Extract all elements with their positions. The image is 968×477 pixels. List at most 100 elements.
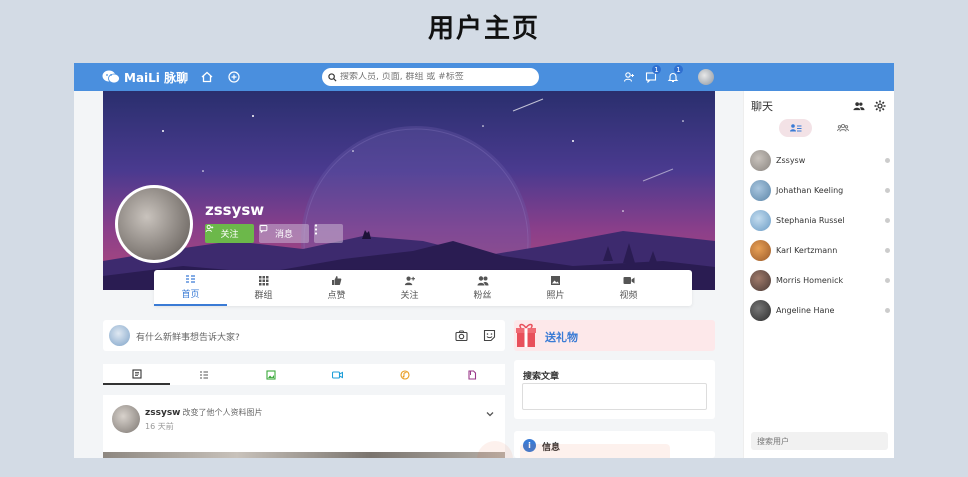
tab-likes[interactable]: 点赞	[300, 270, 373, 306]
image-icon	[265, 369, 276, 380]
bell-icon[interactable]: 1	[665, 65, 683, 85]
add-group-icon[interactable]	[853, 100, 865, 112]
contact-item[interactable]: Morris Homenick	[750, 269, 890, 291]
search-bar[interactable]	[322, 68, 539, 86]
user-avatar[interactable]	[698, 69, 714, 85]
chat-icon[interactable]: 1	[643, 65, 661, 85]
wechat-logo-icon	[102, 70, 120, 84]
tab-groups[interactable]: 群组	[227, 270, 300, 306]
message-label: 消息	[274, 230, 293, 240]
contact-avatar	[750, 239, 771, 261]
search-articles-input[interactable]	[522, 383, 707, 410]
tab-home[interactable]: 首页	[154, 270, 227, 306]
post-type-list[interactable]	[170, 364, 237, 385]
search-icon	[328, 72, 337, 82]
add-user-icon[interactable]	[621, 69, 637, 85]
message-button[interactable]: 消息	[259, 224, 309, 243]
home-feed-icon	[186, 275, 195, 283]
search-articles-card: 搜索文章	[514, 360, 715, 419]
add-user-icon	[404, 276, 415, 286]
tab-groups-chat[interactable]	[826, 119, 859, 137]
video-icon	[332, 370, 343, 379]
chat-badge: 1	[652, 65, 661, 74]
post-author-avatar[interactable]	[112, 405, 140, 433]
follow-label: 关注	[220, 230, 239, 240]
tab-followers[interactable]: 粉丝	[446, 270, 519, 306]
post-action: 改变了他个人资料图片	[182, 408, 263, 417]
home-icon[interactable]	[199, 69, 215, 85]
tab-following[interactable]: 关注	[373, 270, 446, 306]
thumbs-up-icon	[332, 276, 342, 285]
contact-avatar	[750, 149, 771, 171]
post-author[interactable]: zssysw	[145, 408, 181, 418]
contact-avatar	[750, 179, 771, 201]
post-card: zssysw 改变了他个人资料图片 16 天前	[103, 395, 505, 458]
audio-icon	[399, 369, 410, 380]
follow-button[interactable]: 关注	[205, 224, 254, 243]
top-bar: MaiLi 脉聊 1 1	[74, 63, 894, 91]
file-icon	[467, 369, 476, 380]
status-dot	[885, 247, 890, 253]
text-icon	[131, 368, 142, 379]
tab-label: 粉丝	[473, 291, 492, 301]
search-input[interactable]	[340, 72, 530, 82]
send-gift-card[interactable]: 送礼物	[514, 320, 715, 351]
list-icon	[199, 370, 208, 379]
add-circle-icon[interactable]	[226, 69, 242, 85]
sticker-icon[interactable]	[483, 329, 496, 342]
contact-item[interactable]: Zssysw	[750, 149, 890, 171]
post-composer[interactable]: 有什么新鲜事想告诉大家?	[103, 320, 505, 351]
chat-sidebar: 聊天 Zssysw Johathan Keeling Stephania Rus…	[743, 91, 894, 458]
main-content: zssysw 关注 消息 首页 群组 点赞 关注 粉丝 照片 视频 有什么新鲜事…	[103, 91, 715, 458]
post-type-tabs	[103, 364, 505, 385]
tab-label: 关注	[400, 291, 419, 301]
logo[interactable]: MaiLi 脉聊	[102, 69, 188, 85]
contact-name: Morris Homenick	[776, 275, 844, 285]
gift-icon	[516, 323, 536, 347]
send-gift-label: 送礼物	[545, 331, 578, 344]
post-image[interactable]	[103, 452, 505, 458]
contact-item[interactable]: Johathan Keeling	[750, 179, 890, 201]
contact-item[interactable]: Angeline Hane	[750, 299, 890, 321]
contact-name: Angeline Hane	[776, 305, 835, 315]
chat-search-input[interactable]	[751, 432, 888, 450]
contact-avatar	[750, 299, 771, 321]
grid-icon	[259, 276, 269, 286]
profile-avatar[interactable]	[115, 185, 193, 263]
users-icon	[477, 276, 488, 286]
post-type-file[interactable]	[438, 364, 505, 385]
more-button[interactable]	[314, 224, 343, 243]
contact-avatar	[750, 269, 771, 291]
status-dot	[885, 157, 890, 163]
contact-name: Zssysw	[776, 155, 806, 165]
contact-item[interactable]: Karl Kertzmann	[750, 239, 890, 261]
app-window: MaiLi 脉聊 1 1	[74, 63, 894, 458]
composer-avatar	[109, 325, 130, 346]
post-type-audio[interactable]	[371, 364, 438, 385]
night-landscape-illustration	[103, 98, 715, 290]
tab-photos[interactable]: 照片	[519, 270, 592, 306]
contact-name: Stephania Russel	[776, 215, 845, 225]
chevron-down-icon[interactable]	[485, 409, 495, 419]
camera-icon[interactable]	[455, 329, 468, 342]
tab-videos[interactable]: 视频	[592, 270, 665, 306]
gear-icon[interactable]	[874, 100, 886, 112]
tab-label: 照片	[546, 291, 565, 301]
tab-label: 视频	[619, 291, 638, 301]
video-icon	[623, 277, 634, 284]
post-type-video[interactable]	[304, 364, 371, 385]
contact-item[interactable]: Stephania Russel	[750, 209, 890, 231]
tab-label: 点赞	[327, 291, 346, 301]
profile-username: zssysw	[205, 201, 265, 219]
tab-contacts[interactable]	[779, 119, 812, 137]
post-type-text[interactable]	[103, 364, 170, 385]
composer-placeholder[interactable]: 有什么新鲜事想告诉大家?	[136, 330, 240, 343]
chat-title: 聊天	[751, 100, 773, 113]
contact-name: Johathan Keeling	[776, 185, 844, 195]
search-articles-label: 搜索文章	[523, 372, 560, 382]
tab-label: 群组	[254, 291, 273, 301]
post-type-image[interactable]	[237, 364, 304, 385]
cover-image: zssysw 关注 消息	[103, 91, 715, 290]
bell-badge: 1	[674, 65, 683, 74]
profile-tabs: 首页 群组 点赞 关注 粉丝 照片 视频	[154, 270, 692, 306]
